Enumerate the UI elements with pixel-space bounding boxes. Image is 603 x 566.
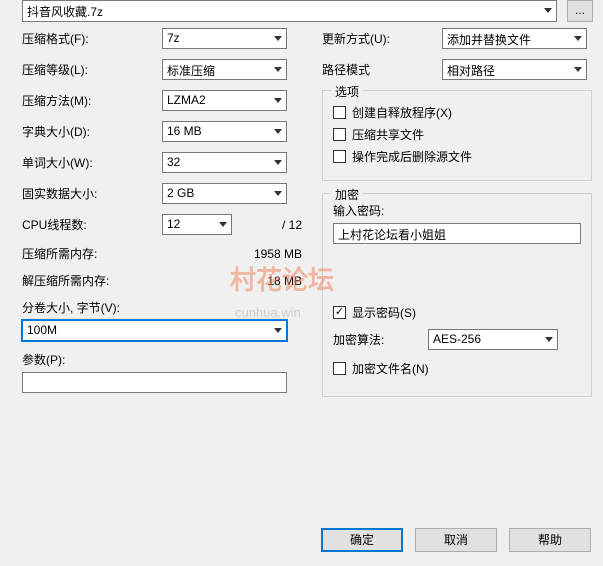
password-input[interactable]: 上村花论坛看小姐姐 (333, 223, 581, 244)
pwd-label: 输入密码: (333, 204, 384, 218)
encrypt-fieldset: 加密 输入密码: 上村花论坛看小姐姐 显示密码(S) 加密算法:AES-256 … (322, 193, 592, 397)
mem-decomp-value: 18 MB (162, 274, 312, 288)
split-label: 分卷大小, 字节(V): (22, 301, 120, 315)
update-select[interactable]: 添加并替换文件 (442, 28, 587, 49)
encrypt-names-label: 加密文件名(N) (352, 360, 429, 377)
show-pwd-checkbox[interactable] (333, 306, 346, 319)
format-label: 压缩格式(F): (22, 30, 162, 47)
archive-name-combo[interactable]: 抖音风收藏.7z (22, 0, 557, 22)
cpu-select[interactable]: 12 (162, 214, 232, 235)
word-select[interactable]: 32 (162, 152, 287, 173)
options-fieldset: 选项 创建自释放程序(X) 压缩共享文件 操作完成后删除源文件 (322, 90, 592, 181)
shared-checkbox[interactable] (333, 128, 346, 141)
split-input[interactable]: 100M (22, 320, 287, 341)
archive-name-text: 抖音风收藏.7z (27, 5, 103, 19)
solid-select[interactable]: 2 GB (162, 183, 287, 204)
algo-select[interactable]: AES-256 (428, 329, 558, 350)
browse-button[interactable]: ... (567, 0, 593, 22)
encrypt-legend: 加密 (331, 186, 363, 203)
sfx-label: 创建自释放程序(X) (352, 104, 452, 121)
mem-comp-value: 1958 MB (162, 247, 312, 261)
algo-label: 加密算法: (333, 331, 428, 348)
word-label: 单词大小(W): (22, 154, 162, 171)
dict-select[interactable]: 16 MB (162, 121, 287, 142)
options-legend: 选项 (331, 83, 363, 100)
solid-label: 固实数据大小: (22, 185, 162, 202)
delete-label: 操作完成后删除源文件 (352, 148, 472, 165)
cpu-label: CPU线程数: (22, 216, 162, 233)
ok-button[interactable]: 确定 (321, 528, 403, 552)
method-label: 压缩方法(M): (22, 92, 162, 109)
cancel-button[interactable]: 取消 (415, 528, 497, 552)
params-label: 参数(P): (22, 353, 65, 367)
update-label: 更新方式(U): (322, 30, 442, 47)
sfx-checkbox[interactable] (333, 106, 346, 119)
delete-checkbox[interactable] (333, 150, 346, 163)
show-pwd-label: 显示密码(S) (352, 304, 416, 321)
dict-label: 字典大小(D): (22, 123, 162, 140)
format-select[interactable]: 7z (162, 28, 287, 49)
method-select[interactable]: LZMA2 (162, 90, 287, 111)
help-button[interactable]: 帮助 (509, 528, 591, 552)
chevron-down-icon (274, 328, 282, 333)
params-input[interactable] (22, 372, 287, 393)
path-select[interactable]: 相对路径 (442, 59, 587, 80)
encrypt-names-checkbox[interactable] (333, 362, 346, 375)
shared-label: 压缩共享文件 (352, 126, 424, 143)
level-select[interactable]: 标准压缩 (162, 59, 287, 80)
level-label: 压缩等级(L): (22, 61, 162, 78)
path-label: 路径模式 (322, 61, 442, 78)
mem-comp-label: 压缩所需内存: (22, 245, 162, 262)
cpu-max: / 12 (232, 218, 312, 232)
mem-decomp-label: 解压缩所需内存: (22, 272, 162, 289)
